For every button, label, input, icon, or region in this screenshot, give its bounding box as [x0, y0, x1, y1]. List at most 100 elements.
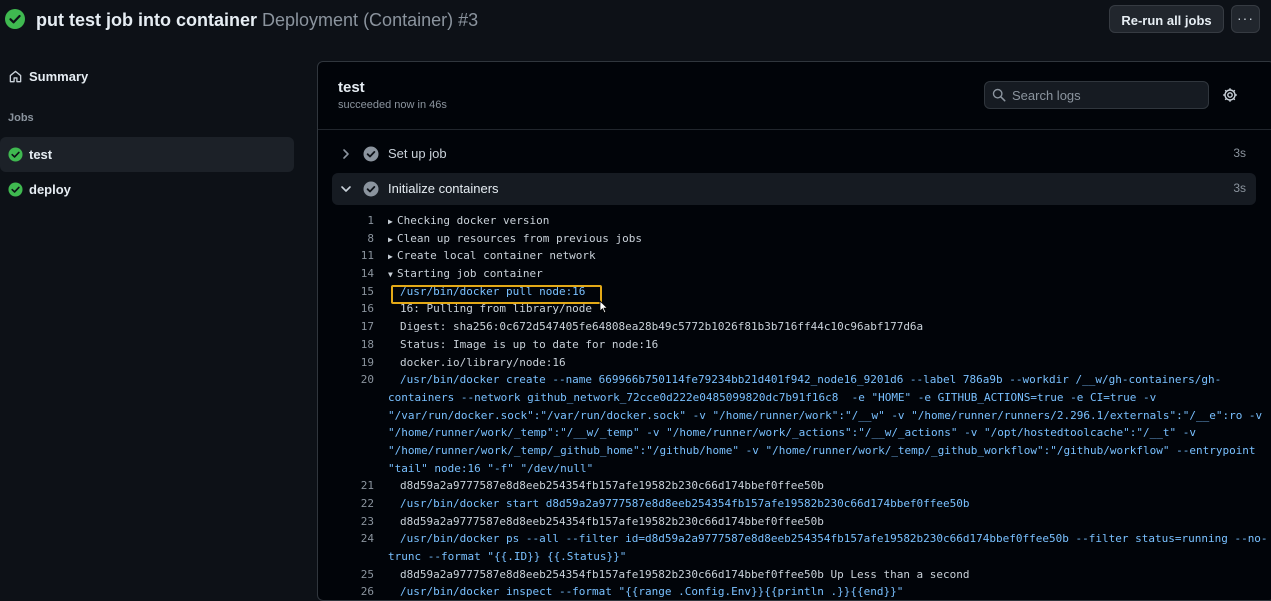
- step-initialize-containers[interactable]: Initialize containers 3s: [332, 173, 1256, 205]
- triangle-right-icon: ▶: [388, 234, 393, 244]
- line-number[interactable]: 17: [318, 318, 374, 336]
- step-duration: 3s: [1233, 181, 1246, 195]
- log-text: "/home/runner/work/_temp":"/__w/_temp" -…: [388, 424, 1196, 442]
- log-group-toggle[interactable]: ▶ Checking docker version: [388, 212, 549, 231]
- sidebar-item-label: test: [29, 147, 53, 162]
- line-number[interactable]: 8: [318, 230, 374, 248]
- page-title: put test job into container Deployment (…: [36, 9, 478, 31]
- log-line-text: /usr/bin/docker start d8d59a2a9777587e8d…: [400, 497, 970, 510]
- log-group-toggle[interactable]: ▶ Clean up resources from previous jobs: [388, 230, 642, 249]
- line-number[interactable]: 15: [318, 283, 374, 301]
- log-group-toggle[interactable]: ▶ Create local container network: [388, 247, 596, 266]
- search-logs-box[interactable]: [984, 81, 1209, 109]
- log-output: 1 ▶ Checking docker version 8 ▶ Clean up reso…: [318, 212, 1268, 601]
- success-check-icon: [8, 147, 23, 162]
- log-text: d8d59a2a9777587e8d8eeb254354fb157afe1958…: [388, 477, 824, 495]
- log-line-text: /usr/bin/docker inspect --format "{{rang…: [400, 585, 904, 599]
- line-number[interactable]: 16: [318, 300, 374, 318]
- log-text: "tail" node:16 "-f" "/dev/null": [388, 460, 593, 478]
- log-line-text: 16: Pulling from library/node: [400, 302, 593, 316]
- log-line-text: d8d59a2a9777587e8d8eeb254354fb157afe1958…: [400, 514, 824, 528]
- log-text: /usr/bin/docker start d8d59a2a9777587e8d…: [388, 495, 970, 513]
- log-line: 21 d8d59a2a9777587e8d8eeb254354fb157afe19…: [318, 477, 1268, 495]
- step-success-icon: [363, 181, 379, 197]
- sidebar-item-label: deploy: [29, 182, 71, 197]
- log-text: /usr/bin/docker inspect --format "{{rang…: [388, 583, 903, 601]
- log-line: 14 ▼ Starting job container: [318, 265, 1268, 283]
- log-line: 25 d8d59a2a9777587e8d8eeb254354fb157afe19…: [318, 566, 1268, 584]
- log-text: /usr/bin/docker pull node:16: [388, 283, 585, 301]
- log-text: "/var/run/docker.sock":"/var/run/docker.…: [388, 407, 1262, 425]
- log-line-text: trunc --format "{{.ID}} {{.Status}}": [388, 550, 627, 564]
- log-line: 16 16: Pulling from library/node: [318, 300, 1268, 318]
- home-icon: [9, 70, 22, 83]
- log-group-toggle[interactable]: ▼ Starting job container: [388, 265, 543, 284]
- gear-icon[interactable]: [1222, 87, 1238, 103]
- log-line: 1 ▶ Checking docker version: [318, 212, 1268, 230]
- sidebar-item-test[interactable]: test: [0, 137, 294, 172]
- log-text: trunc --format "{{.ID}} {{.Status}}": [388, 548, 626, 566]
- log-line: 19 docker.io/library/node:16: [318, 354, 1268, 372]
- chevron-down-icon: [341, 186, 351, 192]
- line-number[interactable]: 11: [318, 247, 374, 265]
- step-duration: 3s: [1233, 146, 1246, 160]
- line-number[interactable]: 23: [318, 513, 374, 531]
- log-line: "/home/runner/work/_temp":"/__w/_temp" -…: [318, 424, 1268, 442]
- workflow-name: Deployment (Container) #3: [262, 10, 479, 30]
- log-line-text: Create local container network: [397, 249, 596, 263]
- log-line-text: Digest: sha256:0c672d547405fe64808ea28b4…: [400, 320, 924, 334]
- log-line-text: d8d59a2a9777587e8d8eeb254354fb157afe1958…: [400, 479, 824, 493]
- sidebar-item-deploy[interactable]: deploy: [0, 172, 294, 207]
- log-text: Status: Image is up to date for node:16: [388, 336, 658, 354]
- search-logs-input[interactable]: [1012, 82, 1202, 108]
- log-text: Digest: sha256:0c672d547405fe64808ea28b4…: [388, 318, 923, 336]
- log-text: d8d59a2a9777587e8d8eeb254354fb157afe1958…: [388, 513, 824, 531]
- jobs-heading: Jobs: [8, 112, 34, 124]
- log-line: 8 ▶ Clean up resources from previous jobs: [318, 230, 1268, 248]
- log-line: 26/usr/bin/docker inspect --format "{{ra…: [318, 583, 1268, 601]
- log-line: 15/usr/bin/docker pull node:16: [318, 283, 1268, 301]
- log-text: containers --network github_network_72cc…: [388, 389, 1156, 407]
- triangle-right-icon: ▶: [388, 217, 393, 226]
- log-line-text: Checking docker version: [397, 214, 550, 227]
- log-line: containers --network github_network_72cc…: [318, 389, 1268, 407]
- success-check-icon: [8, 182, 23, 197]
- line-number[interactable]: 1: [318, 212, 374, 230]
- search-icon: [992, 88, 1006, 102]
- line-number[interactable]: 22: [318, 495, 374, 513]
- log-text: /usr/bin/docker create --name 669966b750…: [388, 371, 1221, 389]
- line-number[interactable]: 21: [318, 477, 374, 495]
- job-header: test succeeded now in 46s: [318, 62, 1271, 130]
- log-text: 16: Pulling from library/node: [388, 300, 592, 318]
- rerun-all-jobs-button[interactable]: Re-run all jobs: [1109, 5, 1224, 33]
- log-line: "tail" node:16 "-f" "/dev/null": [318, 460, 1268, 478]
- log-line-text: d8d59a2a9777587e8d8eeb254354fb157afe1958…: [400, 567, 970, 581]
- log-text: "/home/runner/work/_temp/_github_home":"…: [388, 442, 1256, 460]
- line-number[interactable]: 24: [318, 530, 374, 548]
- log-line: 18 Status: Image is up to date for node:1…: [318, 336, 1268, 354]
- step-set-up-job[interactable]: Set up job 3s: [332, 138, 1256, 170]
- log-line: 11 ▶ Create local container network: [318, 247, 1268, 265]
- triangle-down-icon: ▼: [388, 270, 393, 280]
- job-title: test: [338, 79, 365, 96]
- chevron-right-icon: [343, 149, 349, 159]
- sidebar-item-summary[interactable]: Summary: [0, 59, 294, 94]
- log-line: 24/usr/bin/docker ps --all --filter id=d…: [318, 530, 1268, 548]
- line-number[interactable]: 25: [318, 566, 374, 584]
- line-number[interactable]: 19: [318, 354, 374, 372]
- log-line-text: "/home/runner/work/_temp/_github_home":"…: [388, 443, 1256, 457]
- line-number[interactable]: 14: [318, 265, 374, 283]
- log-line: 23 d8d59a2a9777587e8d8eeb254354fb157afe19…: [318, 513, 1268, 531]
- log-line-text: "/var/run/docker.sock":"/var/run/docker.…: [388, 408, 1263, 422]
- log-line: trunc --format "{{.ID}} {{.Status}}": [318, 548, 1268, 566]
- mouse-cursor-icon: [599, 300, 609, 314]
- log-line-text: "/home/runner/work/_temp":"/__w/_temp" -…: [388, 426, 1196, 440]
- log-line-text: containers --network github_network_72cc…: [388, 390, 1157, 404]
- log-line-text: docker.io/library/node:16: [400, 355, 566, 369]
- triangle-right-icon: ▶: [388, 252, 393, 262]
- more-options-button[interactable]: ···: [1231, 5, 1260, 33]
- line-number[interactable]: 20: [318, 371, 374, 389]
- line-number[interactable]: 18: [318, 336, 374, 354]
- line-number[interactable]: 26: [318, 583, 374, 601]
- sidebar-item-label: Summary: [29, 69, 89, 84]
